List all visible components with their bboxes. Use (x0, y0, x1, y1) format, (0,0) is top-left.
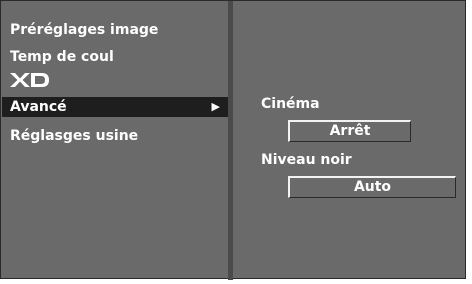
advanced-submenu: Cinéma Arrêt Niveau noir Auto (233, 2, 465, 277)
osd-menu-window: Préréglages image Temp de coul Avancé ▶ … (0, 0, 466, 280)
niveau-noir-value-box[interactable]: Auto (288, 176, 456, 198)
menu-item-factory-reset[interactable]: Réglasges usine (10, 127, 138, 145)
cinema-value-box[interactable]: Arrêt (288, 120, 411, 142)
cinema-label: Cinéma (261, 96, 320, 112)
menu-item-picture-presets[interactable]: Préréglages image (10, 21, 158, 39)
menu-item-color-temp[interactable]: Temp de coul (10, 48, 114, 66)
menu-item-advanced[interactable]: Avancé ▶ (2, 97, 228, 117)
main-menu: Préréglages image Temp de coul Avancé ▶ … (2, 2, 228, 277)
niveau-noir-label: Niveau noir (261, 152, 352, 168)
submenu-arrow-icon: ▶ (211, 100, 220, 113)
menu-item-advanced-label: Avancé (10, 99, 67, 115)
menu-item-xd[interactable] (10, 73, 50, 87)
